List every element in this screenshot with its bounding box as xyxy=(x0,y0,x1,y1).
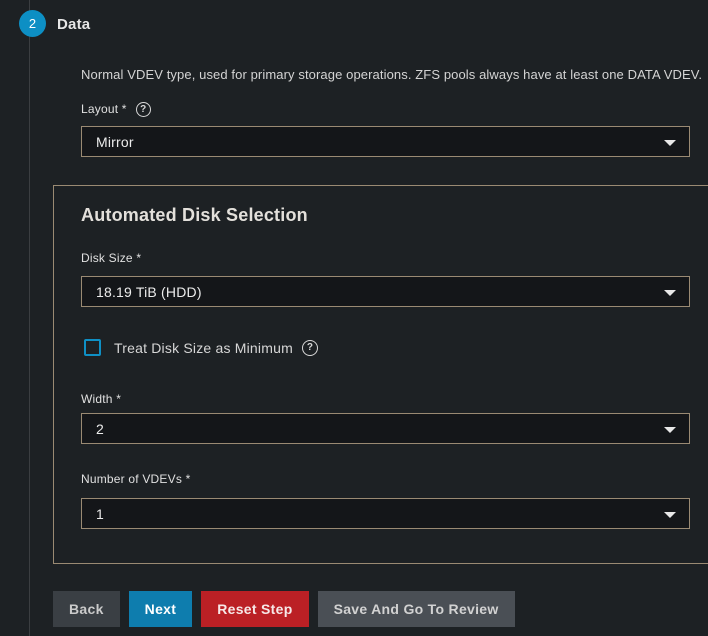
number-of-vdevs-select[interactable]: 1 xyxy=(81,498,690,529)
width-field-label: Width * xyxy=(81,392,121,406)
chevron-down-icon xyxy=(664,427,676,433)
next-button[interactable]: Next xyxy=(129,591,193,627)
treat-disk-size-row: Treat Disk Size as Minimum ? xyxy=(84,339,318,356)
wizard-step-data-panel: 2 Data Normal VDEV type, used for primar… xyxy=(0,0,708,636)
layout-field-label-row: Layout * ? xyxy=(81,101,151,117)
disk-size-field-label: Disk Size * xyxy=(81,251,141,265)
layout-field-label: Layout * xyxy=(81,102,127,116)
number-of-vdevs-field-label-row: Number of VDEVs * xyxy=(81,471,190,487)
treat-disk-size-checkbox[interactable] xyxy=(84,339,101,356)
layout-select-value: Mirror xyxy=(96,134,134,150)
step-title: Data xyxy=(57,16,90,33)
treat-disk-size-help-icon[interactable]: ? xyxy=(302,340,318,356)
layout-select[interactable]: Mirror xyxy=(81,126,690,157)
reset-step-button[interactable]: Reset Step xyxy=(201,591,308,627)
treat-disk-size-label: Treat Disk Size as Minimum xyxy=(114,340,293,356)
chevron-down-icon xyxy=(664,140,676,146)
disk-size-select-value: 18.19 TiB (HDD) xyxy=(96,284,202,300)
vdev-description-text: Normal VDEV type, used for primary stora… xyxy=(81,67,702,82)
width-select[interactable]: 2 xyxy=(81,413,690,444)
step-2-indicator[interactable]: 2 xyxy=(19,10,46,37)
automated-disk-selection-title: Automated Disk Selection xyxy=(81,205,308,226)
width-field-label-row: Width * xyxy=(81,391,121,407)
chevron-down-icon xyxy=(664,290,676,296)
chevron-down-icon xyxy=(664,512,676,518)
step-number: 2 xyxy=(29,16,36,31)
save-and-go-to-review-button[interactable]: Save And Go To Review xyxy=(318,591,515,627)
width-select-value: 2 xyxy=(96,421,104,437)
back-button[interactable]: Back xyxy=(53,591,120,627)
number-of-vdevs-field-label: Number of VDEVs * xyxy=(81,472,190,486)
disk-size-select[interactable]: 18.19 TiB (HDD) xyxy=(81,276,690,307)
disk-size-field-label-row: Disk Size * xyxy=(81,250,141,266)
layout-help-icon[interactable]: ? xyxy=(136,102,151,117)
wizard-action-buttons: Back Next Reset Step Save And Go To Revi… xyxy=(53,591,515,627)
stepper-connector-line xyxy=(29,0,30,636)
number-of-vdevs-select-value: 1 xyxy=(96,506,104,522)
